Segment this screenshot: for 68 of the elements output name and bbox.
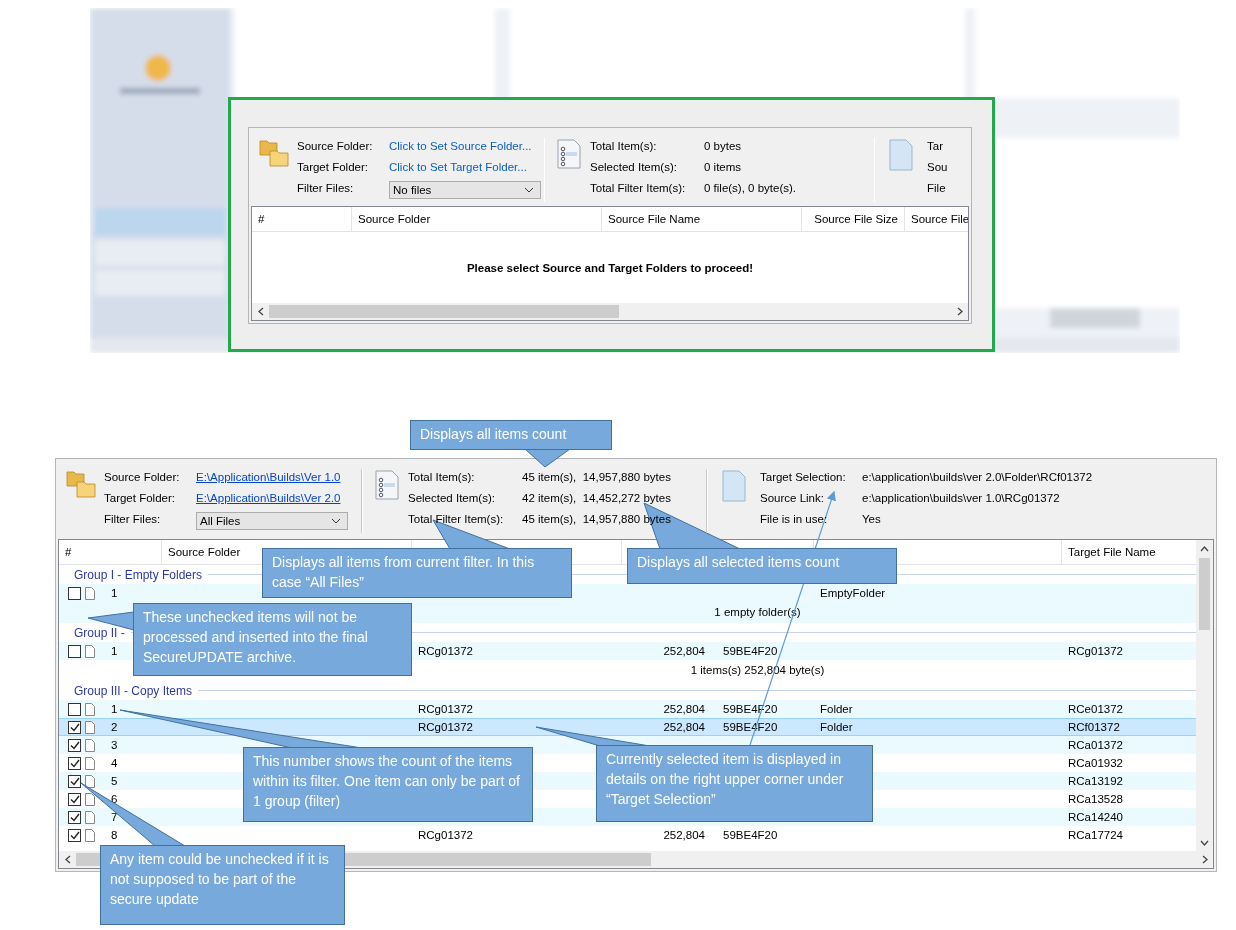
group-title: Group I - Empty Folders — [74, 567, 203, 582]
table-cell: 252,804 — [663, 829, 705, 841]
table-cell: Folder — [820, 721, 853, 733]
table-cell: RCa14240 — [1068, 811, 1123, 823]
table-cell: 59BE4F20 — [723, 721, 778, 733]
table-cell: RCg01372 — [418, 829, 473, 841]
table-cell: Folder — [820, 703, 853, 715]
stat-value: 45 item(s), 14,957,880 bytes — [522, 512, 672, 527]
stat-value: 0 file(s), 0 byte(s). — [704, 181, 798, 196]
row-number: 1 — [111, 587, 118, 599]
table-cell: 59BE4F20 — [723, 829, 778, 841]
stat-label: Total Filter Item(s): — [408, 512, 505, 527]
detail-value: e:\application\builds\ver 2.0\Folder\RCf01372 — [862, 470, 1093, 485]
detail-value: Yes — [862, 512, 882, 527]
field-label: Target Folder: — [297, 160, 369, 175]
stat-label: Total Item(s): — [590, 139, 658, 154]
stat-value: 45 item(s), 14,957,880 bytes — [522, 470, 672, 485]
row-number: 1 — [111, 703, 118, 715]
table-cell: 252,804 — [663, 703, 705, 715]
field-label: Target Folder: — [104, 491, 176, 506]
table-cell: 59BE4F20 — [723, 703, 778, 715]
table-cell: RCa01932 — [1068, 757, 1123, 769]
table-cell: RCg01372 — [418, 645, 473, 657]
stat-label: Total Item(s): — [408, 470, 476, 485]
row-number: 2 — [111, 721, 118, 733]
stat-value: 0 bytes — [704, 139, 743, 154]
row-number: 7 — [111, 811, 118, 823]
table-cell: RCe01372 — [1068, 703, 1123, 715]
table-cell: RCf01372 — [1068, 721, 1120, 733]
table-cell: RCa17724 — [1068, 829, 1123, 841]
group-summary: 1 empty folder(s) — [714, 606, 801, 618]
detail-label: File — [927, 181, 947, 196]
field-label: Filter Files: — [297, 181, 355, 196]
row-number: 3 — [111, 739, 118, 751]
table-cell: RCg01372 — [418, 721, 473, 733]
row-number: 6 — [111, 793, 118, 805]
stat-label: Selected Item(s): — [408, 491, 496, 506]
table-cell: RCa13192 — [1068, 775, 1123, 787]
table-cell: RCa13528 — [1068, 793, 1123, 805]
row-number: 8 — [111, 829, 118, 841]
detail-label: Target Selection: — [760, 470, 847, 485]
annotation-tooltip: These unchecked items will not be processed and inserted into the final SecureUPDATE archive. — [133, 603, 412, 676]
detail-label: File is in use: — [760, 512, 829, 527]
field-label: Filter Files: — [104, 512, 162, 527]
empty-message: Please select Source and Target Folders to proceed! — [466, 261, 754, 274]
table-cell: 252,804 — [663, 721, 705, 733]
field-label: Source Folder: — [104, 470, 181, 485]
detail-label: Tar — [927, 139, 944, 154]
table-cell: EmptyFolder — [820, 587, 886, 599]
group-summary: 1 items(s) 252,804 byte(s) — [690, 664, 825, 676]
detail-value: e:\application\builds\ver 1.0\RCg01372 — [862, 491, 1061, 506]
detail-label: Sou — [927, 160, 949, 175]
row-number: 4 — [111, 757, 118, 769]
group-title: Group II - — [74, 625, 125, 640]
stat-value: 42 item(s), 14,452,272 bytes — [522, 491, 672, 506]
detail-label: Source Link: — [760, 491, 825, 506]
table-cell: RCa01372 — [1068, 739, 1123, 751]
row-number: 5 — [111, 775, 118, 787]
table-cell: 252,804 — [663, 645, 705, 657]
stat-label: Selected Item(s): — [590, 160, 678, 175]
table-cell: RCg01372 — [418, 703, 473, 715]
table-cell: 59BE4F20 — [723, 645, 778, 657]
row-number: 1 — [111, 645, 118, 657]
group-title: Group III - Copy Items — [74, 683, 193, 698]
field-label: Source Folder: — [297, 139, 374, 154]
stat-value: 0 items — [704, 160, 743, 175]
stat-label: Total Filter Item(s): — [590, 181, 687, 196]
table-cell: RCg01372 — [1068, 645, 1123, 657]
